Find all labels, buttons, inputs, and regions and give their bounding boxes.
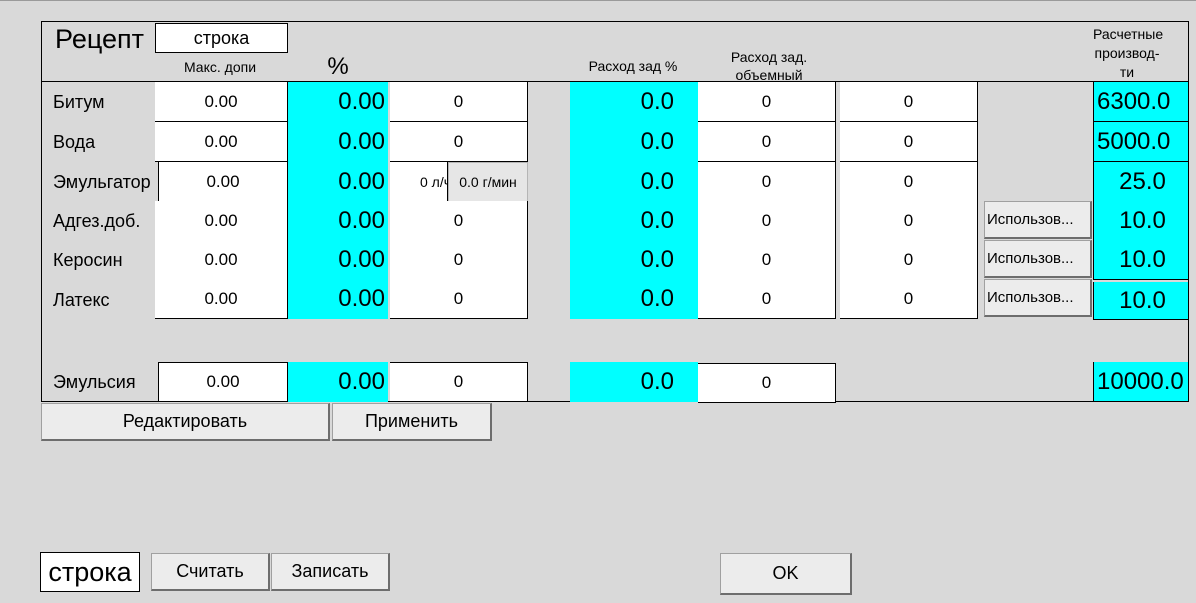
flow-percent-emulsifier: 0.0: [570, 162, 698, 202]
value-field-latex[interactable]: 0: [390, 279, 528, 319]
recipe-name-field[interactable]: строка: [155, 23, 288, 53]
top-border: [0, 0, 1196, 1]
read-button[interactable]: Считать: [151, 553, 270, 591]
header-calc-performance-3: ти: [1119, 64, 1135, 80]
flow-percent-adhesion-additive: 0.0: [570, 201, 698, 241]
flow-gpm-field-emulsifier[interactable]: 0.0 г/мин: [448, 162, 528, 202]
percent-value-water: 0.00: [288, 122, 388, 162]
max-dev-field-emulsion[interactable]: 0.00: [158, 362, 288, 402]
header-flow-set-volume-1: Расход зад.: [730, 49, 808, 65]
row-label-bitumen: Битум: [53, 91, 105, 112]
percent-value-bitumen: 0.00: [288, 82, 388, 122]
header-percent: %: [327, 53, 349, 80]
max-dev-field-emulsifier[interactable]: 0.00: [158, 162, 288, 202]
calc-perf-emulsifier: 25.0: [1093, 162, 1188, 202]
flow-volume-adhesion-additive[interactable]: 0: [698, 201, 836, 241]
max-dev-field-water[interactable]: 0.00: [155, 122, 288, 162]
max-dev-field-adhesion-additive[interactable]: 0.00: [155, 201, 288, 241]
max-dev-field-latex[interactable]: 0.00: [155, 279, 288, 319]
value-field-water[interactable]: 0: [390, 122, 528, 162]
calc-perf-adhesion-additive: 10.0: [1093, 201, 1188, 241]
edit-button[interactable]: Редактировать: [41, 403, 330, 441]
recipe-title: Рецепт: [55, 23, 145, 54]
flow-volume-bitumen[interactable]: 0: [698, 82, 836, 122]
use-button-kerosene[interactable]: Использов...: [984, 240, 1092, 278]
header-calc-performance-1: Расчетные: [1093, 26, 1164, 42]
flow-percent-water: 0.0: [570, 122, 698, 162]
value-field-2-latex[interactable]: 0: [840, 279, 978, 319]
calc-perf-bitumen: 6300.0: [1093, 82, 1188, 122]
ok-button[interactable]: OK: [720, 553, 852, 595]
row-label-emulsifier: Эмульгатор: [53, 171, 151, 192]
calc-perf-kerosene: 10.0: [1093, 240, 1188, 280]
value-field-2-adhesion-additive[interactable]: 0: [840, 201, 978, 241]
row-label-adhesion-additive: Адгез.доб.: [53, 210, 141, 231]
calc-perf-water: 5000.0: [1093, 122, 1188, 162]
flow-lph-field-emulsifier[interactable]: 0 л/ч: [390, 162, 448, 202]
value-field-emulsion[interactable]: 0: [390, 362, 528, 402]
value-field-bitumen[interactable]: 0: [390, 82, 528, 122]
flow-volume-latex[interactable]: 0: [698, 279, 836, 319]
flow-volume-water[interactable]: 0: [698, 122, 836, 162]
value-field-2-water[interactable]: 0: [840, 122, 978, 162]
header-flow-set-volume-2: объемный: [735, 67, 803, 83]
write-button[interactable]: Записать: [271, 553, 390, 591]
footer-string-field[interactable]: строка: [40, 552, 140, 592]
flow-volume-emulsifier[interactable]: 0: [698, 162, 836, 202]
row-label-water: Вода: [53, 131, 96, 152]
row-label-kerosene: Керосин: [53, 249, 123, 270]
flow-percent-bitumen: 0.0: [570, 82, 698, 122]
percent-value-emulsifier: 0.00: [288, 162, 388, 202]
use-button-adhesion-additive[interactable]: Использов...: [984, 201, 1092, 239]
header-flow-set-percent: Расход зад %: [588, 58, 678, 74]
value-field-2-bitumen[interactable]: 0: [840, 82, 978, 122]
apply-button[interactable]: Применить: [332, 403, 492, 441]
flow-percent-emulsion: 0.0: [570, 362, 698, 402]
percent-value-emulsion: 0.00: [288, 362, 388, 402]
header-max-deviation: Макс. допи: [183, 59, 257, 75]
calc-perf-latex: 10.0: [1093, 282, 1188, 320]
percent-value-adhesion-additive: 0.00: [288, 201, 388, 241]
row-label-latex: Латекс: [53, 289, 110, 310]
calc-perf-emulsion: 10000.0: [1093, 362, 1188, 402]
value-field-adhesion-additive[interactable]: 0: [390, 201, 528, 241]
value-field-2-emulsifier[interactable]: 0: [840, 162, 978, 202]
flow-volume-kerosene[interactable]: 0: [698, 240, 836, 280]
percent-value-latex: 0.00: [288, 279, 388, 319]
flow-volume-emulsion[interactable]: 0: [698, 363, 836, 403]
flow-percent-kerosene: 0.0: [570, 240, 698, 280]
flow-percent-latex: 0.0: [570, 279, 698, 319]
header-calc-performance-2: производ-: [1094, 45, 1160, 61]
value-field-2-kerosene[interactable]: 0: [840, 240, 978, 280]
max-dev-field-kerosene[interactable]: 0.00: [155, 240, 288, 280]
row-label-emulsion: Эмульсия: [53, 371, 136, 392]
percent-value-kerosene: 0.00: [288, 240, 388, 280]
max-dev-field-bitumen[interactable]: 0.00: [155, 82, 288, 122]
use-button-latex[interactable]: Использов...: [984, 279, 1092, 317]
value-field-kerosene[interactable]: 0: [390, 240, 528, 280]
